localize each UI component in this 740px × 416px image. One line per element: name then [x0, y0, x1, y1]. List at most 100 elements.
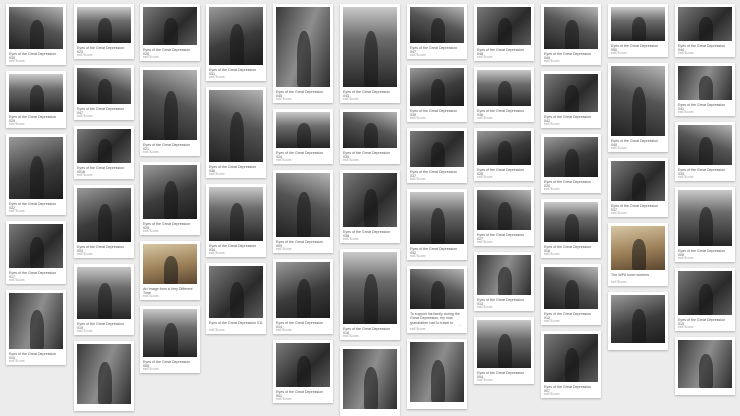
- pin-card[interactable]: Eyes of the Great Depression 032 ecif78.c…: [407, 189, 467, 260]
- pin-card[interactable]: Eyes of the Great Depression 013 ecif78.c…: [474, 252, 534, 311]
- pin-photo[interactable]: [477, 255, 531, 295]
- pin-source-link[interactable]: ecif78.com: [678, 51, 693, 55]
- pin-photo[interactable]: [343, 7, 397, 87]
- pin-photo[interactable]: [276, 7, 330, 87]
- pin-source-link[interactable]: ecif78.com: [477, 240, 492, 244]
- pin-card[interactable]: Eyes of the Great Depression 048 ecif78.c…: [474, 4, 534, 61]
- pin-source-link[interactable]: ecif78.com: [544, 187, 559, 191]
- pin-card[interactable]: Eyes of the Great Depression 009 ecif78.c…: [273, 170, 333, 253]
- pin-card[interactable]: Eyes of the Great Depression 004 ecif78.c…: [474, 317, 534, 384]
- pin-card[interactable]: Eyes of the Great Depression 040 ecif78.c…: [608, 63, 668, 152]
- pin-card[interactable]: Eyes of the Great Depression 015 ecif78.c…: [675, 268, 735, 331]
- pin-source-link[interactable]: ecif78.com: [143, 229, 158, 233]
- pin-source-link[interactable]: ecif78.com: [611, 146, 626, 150]
- pin-card[interactable]: Eyes of the Great Depression 044 ecif78.c…: [675, 4, 735, 57]
- pin-photo[interactable]: [276, 262, 330, 318]
- pin-photo[interactable]: [9, 7, 63, 49]
- pin-source-link[interactable]: ecif78.com: [477, 55, 492, 59]
- pin-card[interactable]: Eyes of the Great Depression 033 ecif78.c…: [675, 122, 735, 181]
- pin-photo[interactable]: [9, 293, 63, 349]
- pin-card[interactable]: Eyes of the Great Depression 036 ecif78.c…: [206, 87, 266, 178]
- pin-source-link[interactable]: ecif78.com: [477, 116, 492, 120]
- pin-card[interactable]: Eyes of the Great Depression 024 ecif78.c…: [273, 109, 333, 164]
- pin-photo[interactable]: [77, 129, 131, 163]
- pin-card[interactable]: Eyes of the Great Depression 043 ecif78.c…: [340, 4, 400, 103]
- pin-card[interactable]: Eyes of the Great Depression 047 ecif78.c…: [74, 65, 134, 120]
- pin-photo[interactable]: [544, 137, 598, 177]
- pin-photo[interactable]: [77, 344, 131, 404]
- pin-source-link[interactable]: ecif78.com: [77, 252, 92, 256]
- pin-photo[interactable]: [276, 112, 330, 148]
- pin-source-link[interactable]: ecif78.com: [477, 175, 492, 179]
- pin-source-link[interactable]: ecif78.com: [343, 97, 358, 101]
- pin-source-link[interactable]: ecif78.com: [276, 247, 291, 251]
- pin-photo[interactable]: [209, 187, 263, 241]
- pin-photo[interactable]: [343, 349, 397, 409]
- pin-card[interactable]: Eyes of the Great Depression 050 ecif78.c…: [608, 4, 668, 57]
- pin-source-link[interactable]: ecif78.com: [209, 172, 224, 176]
- pin-card[interactable]: [74, 341, 134, 411]
- pin-card[interactable]: Eyes of the Great Depression 049 ecif78.c…: [541, 4, 601, 65]
- pin-source-link[interactable]: ecif78.com: [143, 55, 158, 59]
- pin-photo[interactable]: [143, 7, 197, 45]
- pin-source-link[interactable]: ecif78.com: [477, 305, 492, 309]
- pin-photo[interactable]: [477, 190, 531, 230]
- pin-card[interactable]: Eyes of the Great Depression 021 ecif78.c…: [140, 67, 200, 156]
- pin-photo[interactable]: [209, 7, 263, 65]
- pin-card[interactable]: [340, 346, 400, 416]
- pin-photo[interactable]: [343, 112, 397, 148]
- pin-photo[interactable]: [611, 295, 665, 343]
- pin-source-link[interactable]: ecif78.com: [410, 254, 425, 258]
- pin-photo[interactable]: [477, 131, 531, 165]
- pin-card[interactable]: Eyes of the Great Depression 014 ecif78.c…: [273, 259, 333, 334]
- pin-source-link[interactable]: ecif78.com: [276, 328, 291, 332]
- pin-source-link[interactable]: ecif78.com: [678, 256, 693, 260]
- pin-photo[interactable]: [410, 269, 464, 309]
- pin-source-link[interactable]: ecif78.com: [9, 209, 24, 213]
- pin-photo[interactable]: [276, 343, 330, 387]
- pin-card[interactable]: Eyes of the Great Depression 0016 ecif78.…: [74, 126, 134, 179]
- pin-source-link[interactable]: ecif78.com: [209, 251, 224, 255]
- pin-card[interactable]: Eyes of the Great Depression 008 ecif78.c…: [140, 306, 200, 373]
- pin-card[interactable]: Eyes of the Great Depression 041 ecif78.c…: [675, 63, 735, 116]
- pin-source-link[interactable]: ecif78.com: [343, 158, 358, 162]
- pin-source-link[interactable]: ecif78.com: [410, 177, 425, 181]
- pin-card[interactable]: Eyes of the Great Depression 011 ecif78.c…: [206, 263, 266, 334]
- pin-card[interactable]: [608, 292, 668, 350]
- pin-photo[interactable]: [209, 90, 263, 162]
- pin-card[interactable]: Eyes of the Great Depression 031 ecif78.c…: [206, 4, 266, 81]
- pin-photo[interactable]: [343, 252, 397, 324]
- pin-source-link[interactable]: ecif78.com: [143, 294, 158, 298]
- pin-photo[interactable]: [209, 266, 263, 318]
- pin-card[interactable]: Eyes of the Great Depression 003 ecif78.c…: [74, 185, 134, 258]
- pin-source-link[interactable]: ecif78.com: [410, 53, 425, 57]
- pin-photo[interactable]: [9, 74, 63, 112]
- pin-photo[interactable]: [544, 202, 598, 242]
- pin-card[interactable]: Eyes of the Great Depression 012 ecif78.c…: [541, 264, 601, 325]
- pin-card[interactable]: Eyes of the Great Depression 047 ecif78.c…: [407, 4, 467, 59]
- pin-photo[interactable]: [410, 342, 464, 402]
- pin-source-link[interactable]: ecif78.com: [9, 59, 24, 63]
- pin-photo[interactable]: [611, 7, 665, 41]
- pin-card[interactable]: Eyes of the Great Depression 028 ecif78.c…: [474, 128, 534, 181]
- pin-photo[interactable]: [143, 165, 197, 219]
- pin-photo[interactable]: [678, 340, 732, 388]
- pin-photo[interactable]: [611, 226, 665, 270]
- pin-photo[interactable]: [678, 66, 732, 100]
- pin-card[interactable]: Eyes of the Great Depression 034 ecif78.c…: [206, 184, 266, 257]
- pin-photo[interactable]: [410, 68, 464, 106]
- pin-source-link[interactable]: ecif78.com: [611, 280, 626, 284]
- pin-photo[interactable]: [477, 320, 531, 368]
- pin-photo[interactable]: [410, 131, 464, 167]
- pin-photo[interactable]: [678, 271, 732, 315]
- pin-source-link[interactable]: ecif78.com: [410, 327, 425, 331]
- pin-source-link[interactable]: ecif78.com: [678, 110, 693, 114]
- pin-photo[interactable]: [143, 309, 197, 357]
- pin-source-link[interactable]: ecif78.com: [77, 173, 92, 177]
- pin-card[interactable]: To support his family during the Great D…: [407, 266, 467, 333]
- pin-photo[interactable]: [611, 66, 665, 136]
- pin-source-link[interactable]: ecif78.com: [678, 175, 693, 179]
- pin-card[interactable]: Eyes of the Great Depression 038 ecif78.c…: [340, 170, 400, 243]
- pin-card[interactable]: Eyes of the Great Depression 019 ecif78.c…: [74, 264, 134, 335]
- pin-source-link[interactable]: ecif78.com: [544, 252, 559, 256]
